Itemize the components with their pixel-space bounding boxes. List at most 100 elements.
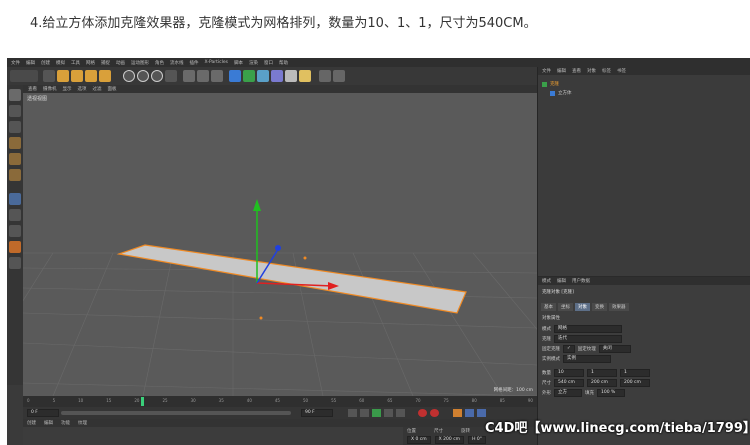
viewport-menu-cameras[interactable]: 摄像机 [43, 86, 57, 92]
size-y-field[interactable]: 200 cm [587, 379, 617, 387]
go-to-end-icon[interactable] [396, 409, 405, 417]
menu-help[interactable]: 帮助 [279, 60, 288, 66]
rotate-icon[interactable] [85, 70, 97, 82]
move-icon[interactable] [57, 70, 69, 82]
om-menu-file[interactable]: 文件 [542, 68, 551, 74]
fix-clone-checkbox[interactable]: ✓ [563, 345, 575, 353]
render-settings-icon[interactable] [211, 70, 223, 82]
mode-select[interactable]: 网格 [554, 325, 622, 333]
menu-snap[interactable]: 捕捉 [101, 60, 110, 66]
key-position-icon[interactable] [453, 409, 462, 417]
start-frame-field[interactable]: 0 F [27, 409, 59, 417]
enable-axis-icon[interactable] [9, 193, 21, 205]
instance-mode-select[interactable]: 实例 [563, 355, 611, 363]
om-menu-objects[interactable]: 对象 [587, 68, 596, 74]
om-menu-tags[interactable]: 标签 [602, 68, 611, 74]
fill-field[interactable]: 100 % [597, 389, 625, 397]
menu-window[interactable]: 窗口 [264, 60, 273, 66]
object-item-cloner[interactable]: 克隆 [542, 81, 559, 87]
viewport-menu-options[interactable]: 选项 [78, 86, 87, 92]
fix-texture-select[interactable]: 关闭 [598, 345, 631, 353]
make-editable-icon[interactable] [9, 89, 21, 101]
size-z-field[interactable]: 200 cm [620, 379, 650, 387]
camera-icon[interactable] [285, 70, 297, 82]
perspective-viewport[interactable]: 透视视图 网格间距：100 cm [23, 93, 537, 396]
material-menu-function[interactable]: 功能 [61, 420, 70, 426]
viewport-menu-filter[interactable]: 过滤 [93, 86, 102, 92]
menu-xparticles[interactable]: X-Particles [205, 60, 228, 65]
range-slider[interactable] [61, 411, 291, 415]
menu-render[interactable]: 渲染 [249, 60, 258, 66]
key-rotation-icon[interactable] [477, 409, 486, 417]
z-axis-lock-icon[interactable] [151, 70, 163, 82]
tweak-icon[interactable] [9, 209, 21, 221]
om-menu-edit[interactable]: 编辑 [557, 68, 566, 74]
environment-icon[interactable] [271, 70, 283, 82]
auto-key-icon[interactable] [430, 409, 439, 417]
effector-icon[interactable] [333, 70, 345, 82]
go-to-start-icon[interactable] [348, 409, 357, 417]
menu-mesh[interactable]: 网格 [86, 60, 95, 66]
count-x-field[interactable]: 10 [554, 369, 584, 377]
clones-select[interactable]: 迭代 [554, 335, 622, 343]
x-axis-lock-icon[interactable] [123, 70, 135, 82]
generator-icon[interactable] [243, 70, 255, 82]
undo-icon[interactable] [10, 70, 38, 82]
tab-effectors[interactable]: 效果器 [609, 303, 629, 311]
scale-icon[interactable] [71, 70, 83, 82]
tab-coord[interactable]: 坐标 [558, 303, 573, 311]
light-icon[interactable] [299, 70, 311, 82]
menu-pipeline[interactable]: 流水线 [170, 60, 184, 66]
playhead-marker[interactable] [141, 397, 144, 406]
menu-tools[interactable]: 工具 [71, 60, 80, 66]
select-icon[interactable] [43, 70, 55, 82]
menu-plugins[interactable]: 插件 [190, 60, 199, 66]
menu-script[interactable]: 脚本 [234, 60, 243, 66]
am-menu-userdata[interactable]: 用户数据 [572, 278, 590, 284]
key-scale-icon[interactable] [465, 409, 474, 417]
play-icon[interactable] [372, 409, 381, 417]
om-menu-view[interactable]: 查看 [572, 68, 581, 74]
material-menu-texture[interactable]: 纹理 [78, 420, 87, 426]
render-view-icon[interactable] [183, 70, 195, 82]
render-picture-viewer-icon[interactable] [197, 70, 209, 82]
count-z-field[interactable]: 1 [620, 369, 650, 377]
cube-icon[interactable] [229, 70, 241, 82]
model-mode-icon[interactable] [9, 105, 21, 117]
viewport-menu-display[interactable]: 显示 [63, 86, 72, 92]
lock-workplane-icon[interactable] [9, 241, 21, 253]
timeline-ruler[interactable]: 0 5 10 15 20 25 30 35 40 45 50 55 60 65 … [23, 396, 537, 407]
om-menu-bookmarks[interactable]: 书签 [617, 68, 626, 74]
coords-size-x[interactable]: X 200 cm [434, 436, 465, 444]
am-menu-mode[interactable]: 模式 [542, 278, 551, 284]
menu-edit[interactable]: 编辑 [26, 60, 35, 66]
coordinate-system-icon[interactable] [165, 70, 177, 82]
edges-mode-icon[interactable] [9, 153, 21, 165]
tab-object[interactable]: 对象 [575, 303, 590, 311]
menu-character[interactable]: 角色 [155, 60, 164, 66]
menu-create[interactable]: 创建 [41, 60, 50, 66]
am-menu-edit[interactable]: 编辑 [557, 278, 566, 284]
end-frame-field[interactable]: 90 F [301, 409, 333, 417]
tab-basic[interactable]: 基本 [541, 303, 556, 311]
coords-position-x[interactable]: X 0 cm [407, 436, 431, 444]
menu-file[interactable]: 文件 [11, 60, 20, 66]
menu-mograph[interactable]: 运动图形 [131, 60, 149, 66]
menu-animate[interactable]: 动画 [116, 60, 125, 66]
next-key-icon[interactable] [384, 409, 393, 417]
transform-icon[interactable] [99, 70, 111, 82]
points-mode-icon[interactable] [9, 137, 21, 149]
object-item-cube[interactable]: 立方体 [550, 90, 572, 96]
coords-rotation-h[interactable]: H 0° [468, 436, 486, 444]
polygons-mode-icon[interactable] [9, 169, 21, 181]
count-y-field[interactable]: 1 [587, 369, 617, 377]
texture-mode-icon[interactable] [9, 121, 21, 133]
snap-icon[interactable] [9, 225, 21, 237]
size-x-field[interactable]: 540 cm [554, 379, 584, 387]
material-menu-create[interactable]: 创建 [27, 420, 36, 426]
planar-workplane-icon[interactable] [9, 257, 21, 269]
record-icon[interactable] [418, 409, 427, 417]
shape-select[interactable]: 立方 [554, 389, 582, 397]
tab-transform[interactable]: 变换 [592, 303, 607, 311]
viewport-menu-panel[interactable]: 面板 [108, 86, 117, 92]
